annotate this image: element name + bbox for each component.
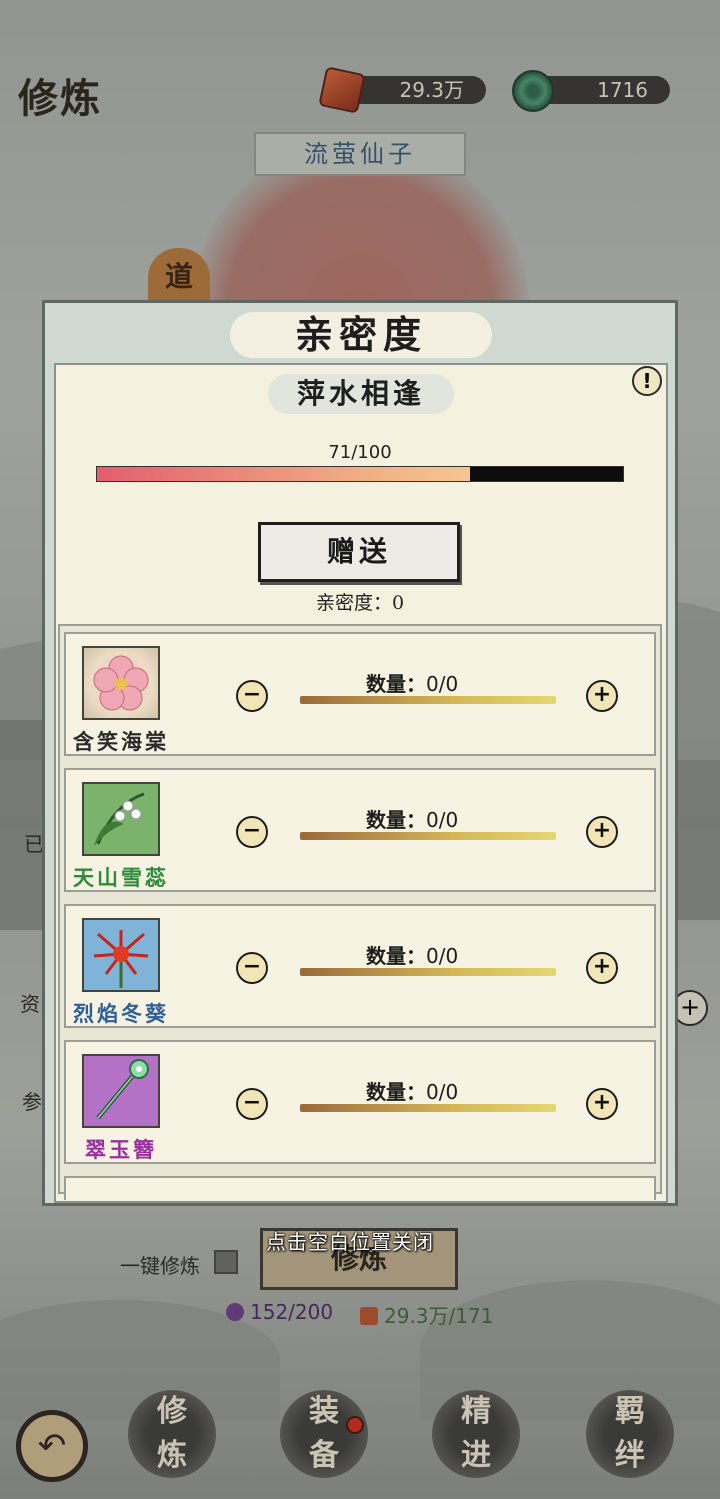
quantity-label: 数量：0/0 — [366, 804, 458, 833]
quantity-prefix: 数量： — [366, 672, 426, 696]
gift-item-name: 天山雪蕊 — [73, 865, 169, 890]
quantity-slider[interactable] — [300, 696, 556, 704]
increase-quantity-button[interactable]: + — [586, 816, 618, 848]
gift-item-row: 含笑海棠 − 数量：0/0 + — [64, 632, 656, 756]
increase-quantity-button[interactable]: + — [586, 1088, 618, 1120]
quantity-label: 数量：0/0 — [366, 1076, 458, 1105]
gift-intimacy-value: 亲密度：0 — [315, 592, 405, 614]
lily-of-valley-icon — [82, 782, 160, 856]
quantity-value: 0/0 — [426, 1080, 459, 1104]
quantity-value: 0/0 — [426, 944, 459, 968]
intimacy-stage: 萍水相逢 — [268, 374, 454, 414]
begonia-flower-icon — [82, 646, 160, 720]
gift-item-row — [64, 1176, 656, 1200]
gift-item-name: 烈焰冬葵 — [73, 1001, 169, 1026]
intimacy-progress-text: 71/100 — [328, 442, 392, 463]
decrease-quantity-button[interactable]: − — [236, 952, 268, 984]
quantity-prefix: 数量： — [366, 1080, 426, 1104]
gift-item-name: 含笑海棠 — [73, 729, 169, 754]
gift-item-row: 天山雪蕊 − 数量：0/0 + — [64, 768, 656, 892]
decrease-quantity-button[interactable]: − — [236, 1088, 268, 1120]
quantity-prefix: 数量： — [366, 944, 426, 968]
close-hint: 点击空白位置关闭 — [266, 1230, 434, 1254]
quantity-slider[interactable] — [300, 1104, 556, 1112]
quantity-slider[interactable] — [300, 968, 556, 976]
info-icon[interactable]: ! — [632, 366, 662, 396]
intimacy-progress-fill — [97, 467, 471, 481]
quantity-value: 0/0 — [426, 672, 459, 696]
red-spider-lily-icon — [82, 918, 160, 992]
modal-title: 亲密度 — [230, 312, 492, 358]
quantity-label: 数量：0/0 — [366, 940, 458, 969]
jade-hairpin-icon — [82, 1054, 160, 1128]
quantity-value: 0/0 — [426, 808, 459, 832]
gift-item-row: 烈焰冬葵 − 数量：0/0 + — [64, 904, 656, 1028]
gift-button[interactable]: 赠送 — [258, 522, 460, 582]
decrease-quantity-button[interactable]: − — [236, 680, 268, 712]
decrease-quantity-button[interactable]: − — [236, 816, 268, 848]
gift-item-name: 翠玉簪 — [85, 1137, 157, 1162]
quantity-slider[interactable] — [300, 832, 556, 840]
intimacy-progress-bar — [96, 466, 624, 482]
increase-quantity-button[interactable]: + — [586, 952, 618, 984]
gift-item-row: 翠玉簪 − 数量：0/0 + — [64, 1040, 656, 1164]
increase-quantity-button[interactable]: + — [586, 680, 618, 712]
quantity-prefix: 数量： — [366, 808, 426, 832]
quantity-label: 数量：0/0 — [366, 668, 458, 697]
